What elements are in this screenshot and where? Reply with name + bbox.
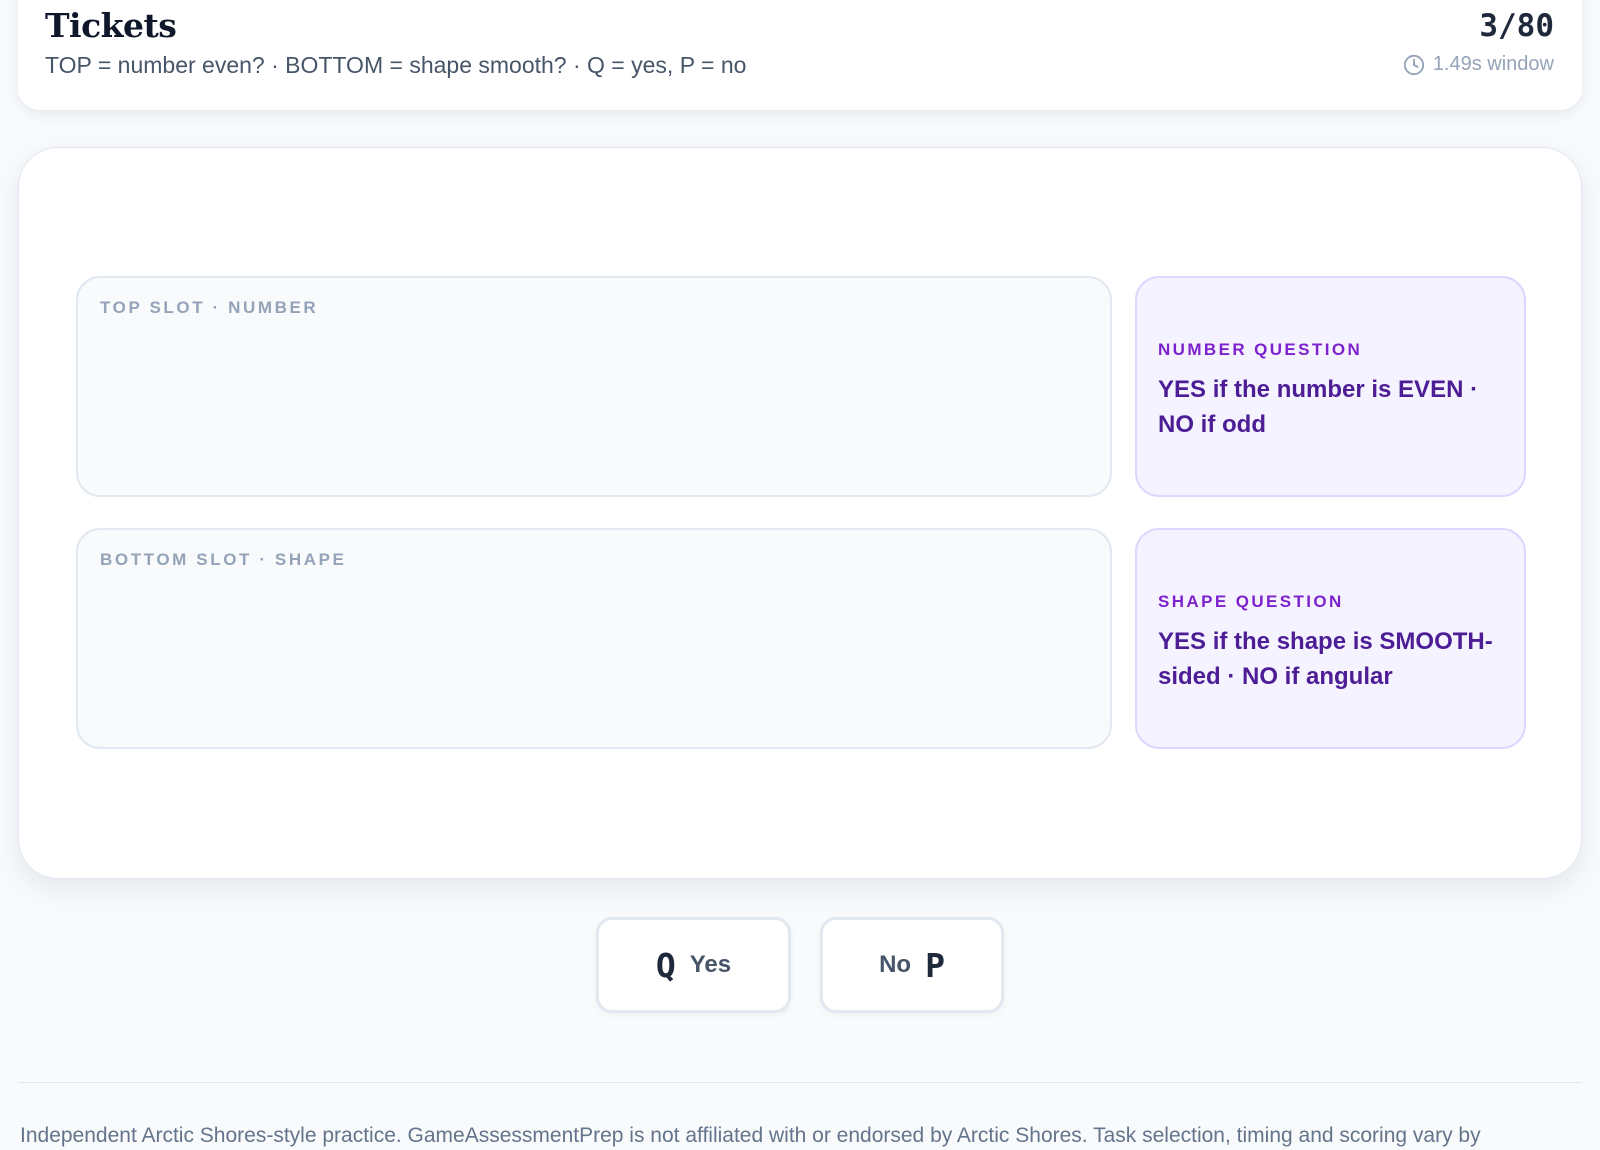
number-question-label: NUMBER QUESTION [1158,340,1363,359]
shape-question-label: SHAPE QUESTION [1158,592,1344,611]
timer-window: 1.49s window [1403,53,1554,76]
no-key-hint: P [925,945,945,985]
top-slot-label: TOP SLOT · NUMBER [100,298,319,317]
trial-counter: 3/80 [1479,8,1554,44]
rules-subtitle: TOP = number even? · BOTTOM = shape smoo… [45,52,747,78]
clock-icon [1403,54,1425,76]
no-button[interactable]: No P [820,917,1004,1013]
yes-key-hint: Q [655,945,676,985]
yes-button-label: Yes [689,951,732,978]
footer-divider [18,1082,1582,1083]
page-title: Tickets [45,6,177,45]
bottom-slot: BOTTOM SLOT · SHAPE [76,528,1112,749]
yes-button[interactable]: Q Yes [596,917,791,1013]
no-button-label: No [879,951,912,978]
shape-question-panel: SHAPE QUESTION YES if the shape is SMOOT… [1135,528,1526,749]
top-slot: TOP SLOT · NUMBER [76,276,1112,497]
bottom-slot-label: BOTTOM SLOT · SHAPE [100,550,347,569]
number-question-text: YES if the number is EVEN · NO if odd [1158,376,1479,438]
footer-disclaimer: Independent Arctic Shores-style practice… [20,1124,1481,1147]
shape-question-text: YES if the shape is SMOOTH-sided · NO if… [1158,628,1493,690]
timer-label: 1.49s window [1432,53,1554,75]
number-question-panel: NUMBER QUESTION YES if the number is EVE… [1135,276,1526,497]
header-card: Tickets TOP = number even? · BOTTOM = sh… [18,0,1582,110]
task-card: TOP SLOT · NUMBER NUMBER QUESTION YES if… [18,147,1582,879]
